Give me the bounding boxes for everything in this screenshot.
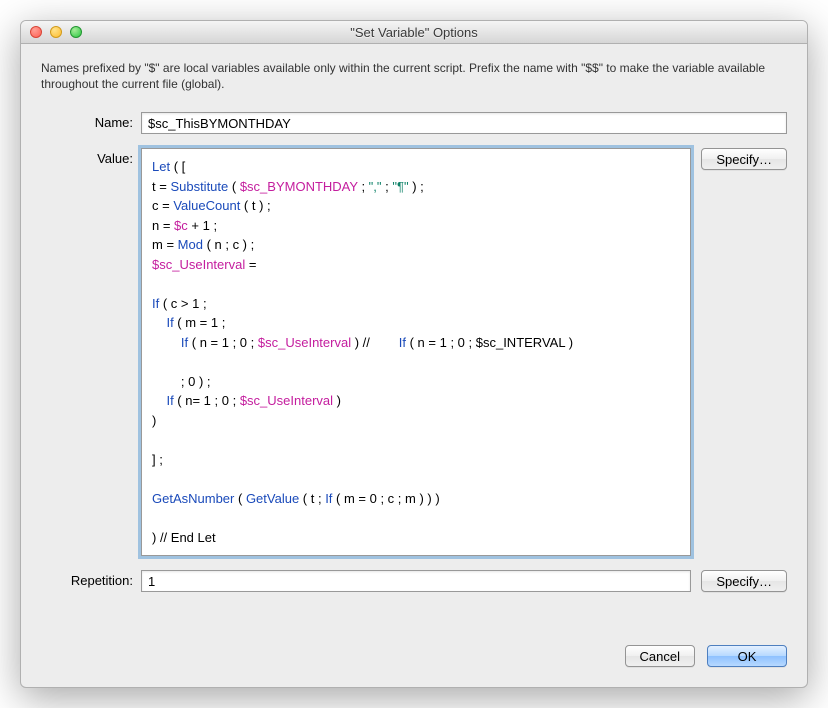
value-row: Value: Let ( [ t = Substitute ( $sc_BYMO…	[41, 148, 787, 556]
value-textarea[interactable]: Let ( [ t = Substitute ( $sc_BYMONTHDAY …	[141, 148, 691, 556]
repetition-input[interactable]	[141, 570, 691, 592]
title-bar: "Set Variable" Options	[21, 21, 807, 44]
specify-value-button[interactable]: Specify…	[701, 148, 787, 170]
close-icon[interactable]	[30, 26, 42, 38]
dialog-content: Names prefixed by "$" are local variable…	[21, 44, 807, 687]
name-input[interactable]	[141, 112, 787, 134]
name-row: Name:	[41, 112, 787, 134]
ok-button[interactable]: OK	[707, 645, 787, 667]
description-text: Names prefixed by "$" are local variable…	[41, 60, 787, 92]
specify-value-wrap: Specify…	[701, 148, 787, 556]
value-field-wrap: Let ( [ t = Substitute ( $sc_BYMONTHDAY …	[141, 148, 787, 556]
value-label: Value:	[41, 148, 141, 166]
name-label: Name:	[41, 112, 141, 130]
cancel-button[interactable]: Cancel	[625, 645, 695, 667]
repetition-label: Repetition:	[41, 570, 141, 588]
traffic-lights	[21, 26, 82, 38]
repetition-field-wrap: Specify…	[141, 570, 787, 592]
name-field-wrap	[141, 112, 787, 134]
specify-repetition-wrap: Specify…	[701, 570, 787, 592]
dialog-button-row: Cancel OK	[41, 645, 787, 667]
zoom-icon[interactable]	[70, 26, 82, 38]
minimize-icon[interactable]	[50, 26, 62, 38]
window-title: "Set Variable" Options	[21, 25, 807, 40]
repetition-row: Repetition: Specify…	[41, 570, 787, 592]
dialog-window: "Set Variable" Options Names prefixed by…	[20, 20, 808, 688]
specify-repetition-button[interactable]: Specify…	[701, 570, 787, 592]
